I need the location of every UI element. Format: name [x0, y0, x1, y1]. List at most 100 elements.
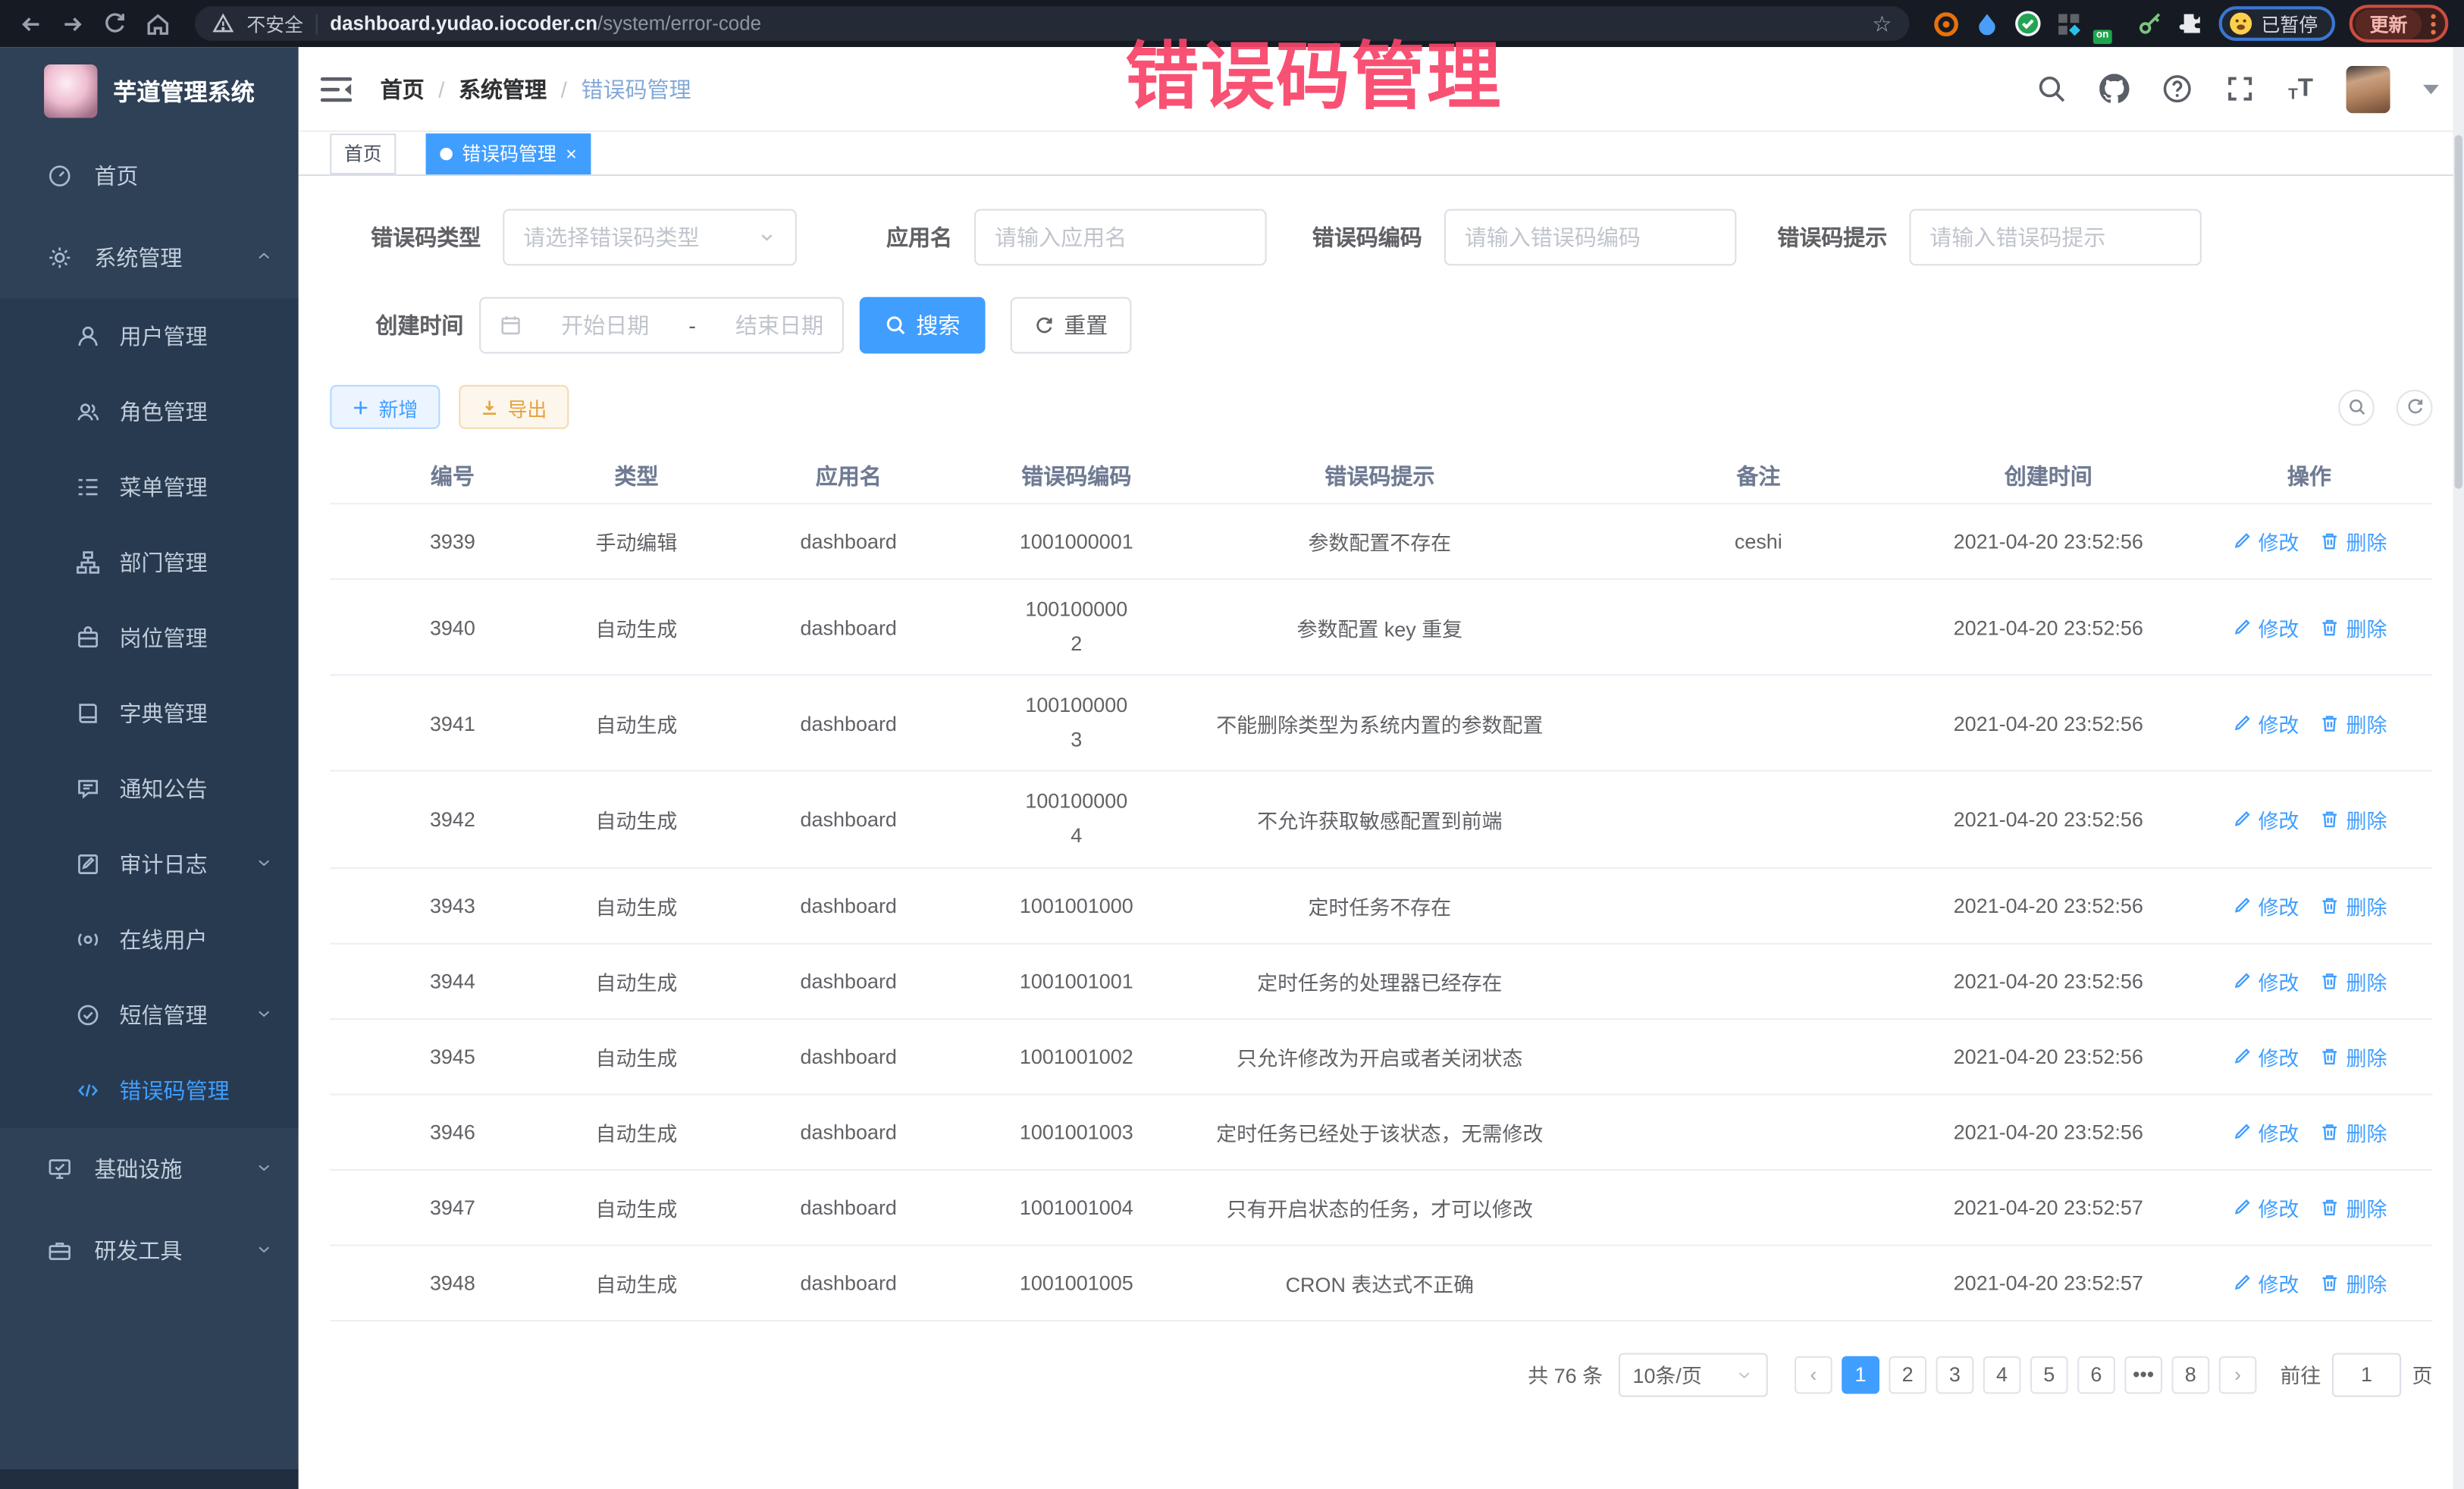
- header-search-icon[interactable]: [2036, 74, 2066, 103]
- scrollbar[interactable]: [2453, 47, 2464, 1489]
- delete-link[interactable]: 删除: [2319, 1192, 2387, 1221]
- page-button-8[interactable]: 8: [2171, 1356, 2209, 1393]
- edit-link[interactable]: 修改: [2231, 1041, 2299, 1071]
- edit-link[interactable]: 修改: [2231, 1268, 2299, 1297]
- page-button-4[interactable]: 4: [1983, 1356, 2021, 1393]
- sidebar-item-通知公告[interactable]: 通知公告: [0, 751, 299, 826]
- export-button[interactable]: 导出: [459, 385, 569, 429]
- extension-puzzle-icon[interactable]: [2178, 10, 2205, 36]
- edit-link[interactable]: 修改: [2231, 1192, 2299, 1221]
- error-hint-input[interactable]: [1909, 209, 2202, 266]
- close-icon[interactable]: ×: [566, 144, 577, 163]
- date-range-picker[interactable]: 开始日期 - 结束日期: [479, 297, 844, 354]
- table-row: 3945自动生成dashboard1001001002只允许修改为开启或者关闭状…: [330, 1019, 2432, 1094]
- edit-link-label: 修改: [2258, 1192, 2299, 1221]
- profile-paused-pill[interactable]: 已暂停: [2219, 6, 2335, 41]
- delete-link[interactable]: 删除: [2319, 966, 2387, 995]
- sidebar-item-角色管理[interactable]: 角色管理: [0, 374, 299, 449]
- edit-link[interactable]: 修改: [2231, 613, 2299, 642]
- browser-forward-icon[interactable]: [58, 9, 86, 37]
- browser-reload-icon[interactable]: [101, 9, 129, 37]
- sidebar-item-系统管理[interactable]: 系统管理: [0, 217, 299, 299]
- url-text: dashboard.yudao.iocoder.cn/system/error-…: [330, 13, 761, 35]
- sidebar-item-岗位管理[interactable]: 岗位管理: [0, 600, 299, 676]
- browser-back-icon[interactable]: [16, 9, 44, 37]
- goto-page-input[interactable]: [2332, 1353, 2401, 1397]
- scrollbar-thumb[interactable]: [2455, 135, 2462, 488]
- sidebar-item-在线用户[interactable]: 在线用户: [0, 902, 299, 977]
- delete-link[interactable]: 删除: [2319, 804, 2387, 834]
- breadcrumb-item[interactable]: 系统管理: [459, 73, 547, 104]
- extension-tabs-icon[interactable]: on: [2096, 10, 2123, 36]
- edit-link[interactable]: 修改: [2231, 966, 2299, 995]
- delete-link[interactable]: 删除: [2319, 890, 2387, 920]
- page-button-5[interactable]: 5: [2030, 1356, 2068, 1393]
- edit-link[interactable]: 修改: [2231, 890, 2299, 920]
- delete-link[interactable]: 删除: [2319, 1268, 2387, 1297]
- page-button-1[interactable]: 1: [1842, 1356, 1879, 1393]
- reset-button[interactable]: 重置: [1011, 297, 1132, 354]
- edit-link[interactable]: 修改: [2231, 804, 2299, 834]
- refresh-table-button[interactable]: [2397, 389, 2433, 425]
- sidebar-item-字典管理[interactable]: 字典管理: [0, 676, 299, 751]
- extension-grid-icon[interactable]: [2055, 10, 2082, 36]
- delete-link[interactable]: 删除: [2319, 1117, 2387, 1146]
- delete-link[interactable]: 删除: [2319, 1041, 2387, 1071]
- toolbar: 新增 导出: [330, 385, 2432, 429]
- delete-link[interactable]: 删除: [2319, 613, 2387, 642]
- font-size-icon[interactable]: TT: [2288, 74, 2313, 102]
- pagination: 共 76 条10条/页‹123456•••8›前往页: [330, 1353, 2432, 1397]
- edit-link[interactable]: 修改: [2231, 526, 2299, 556]
- tab-首页[interactable]: 首页: [330, 133, 396, 174]
- extension-drop-icon[interactable]: [1973, 10, 2000, 36]
- bookmark-star-icon[interactable]: ☆: [1872, 10, 1892, 36]
- help-icon[interactable]: [2162, 74, 2192, 103]
- page-button-2[interactable]: 2: [1889, 1356, 1926, 1393]
- search-button[interactable]: 搜索: [860, 297, 986, 354]
- cell-app: dashboard: [698, 529, 999, 553]
- delete-link[interactable]: 删除: [2319, 526, 2387, 556]
- prev-page-button[interactable]: ‹: [1795, 1356, 1832, 1393]
- github-icon[interactable]: [2099, 74, 2129, 103]
- page-button-6[interactable]: 6: [2077, 1356, 2115, 1393]
- sidebar-item-菜单管理[interactable]: 菜单管理: [0, 450, 299, 525]
- chevron-down-icon[interactable]: [2423, 84, 2439, 93]
- page-button-3[interactable]: 3: [1936, 1356, 1974, 1393]
- sidebar-item-审计日志[interactable]: 审计日志: [0, 826, 299, 901]
- extension-target-icon[interactable]: [1933, 10, 1959, 36]
- page-ellipsis[interactable]: •••: [2124, 1356, 2162, 1393]
- breadcrumb-item[interactable]: 首页: [381, 73, 425, 104]
- post-icon: [75, 625, 100, 650]
- sidebar-item-研发工具[interactable]: 研发工具: [0, 1210, 299, 1292]
- app-name-input[interactable]: [974, 209, 1267, 266]
- address-bar[interactable]: 不安全 dashboard.yudao.iocoder.cn/system/er…: [195, 6, 1909, 41]
- error-code-input[interactable]: [1444, 209, 1737, 266]
- extension-key-icon[interactable]: [2137, 10, 2164, 36]
- kebab-menu-icon[interactable]: [2431, 14, 2435, 34]
- edit-link[interactable]: 修改: [2231, 708, 2299, 738]
- app-logo-row[interactable]: 芋道管理系统: [0, 47, 299, 135]
- browser-home-icon[interactable]: [143, 9, 171, 37]
- sidebar-item-部门管理[interactable]: 部门管理: [0, 525, 299, 600]
- download-icon: [481, 398, 498, 415]
- update-button[interactable]: 更新: [2356, 8, 2422, 38]
- hamburger-icon[interactable]: [321, 74, 352, 102]
- extension-v-icon[interactable]: [2014, 10, 2041, 36]
- sidebar-item-错误码管理[interactable]: 错误码管理: [0, 1053, 299, 1128]
- sidebar-item-短信管理[interactable]: 短信管理: [0, 977, 299, 1052]
- delete-link[interactable]: 删除: [2319, 708, 2387, 738]
- tab-错误码管理[interactable]: 错误码管理×: [426, 133, 591, 174]
- sidebar-item-基础设施[interactable]: 基础设施: [0, 1128, 299, 1210]
- edit-link[interactable]: 修改: [2231, 1117, 2299, 1146]
- sidebar-item-用户管理[interactable]: 用户管理: [0, 299, 299, 374]
- next-page-button[interactable]: ›: [2219, 1356, 2257, 1393]
- sidebar-item-首页[interactable]: 首页: [0, 135, 299, 217]
- page-size-select[interactable]: 10条/页: [1619, 1353, 1768, 1397]
- sidebar-footer[interactable]: [0, 1469, 299, 1489]
- sidebar-item-label: 错误码管理: [120, 1075, 230, 1106]
- fullscreen-icon[interactable]: [2225, 74, 2255, 103]
- toggle-search-button[interactable]: [2338, 389, 2375, 425]
- add-button[interactable]: 新增: [330, 385, 440, 429]
- avatar[interactable]: [2346, 65, 2390, 112]
- error-type-select[interactable]: 请选择错误码类型: [503, 209, 797, 266]
